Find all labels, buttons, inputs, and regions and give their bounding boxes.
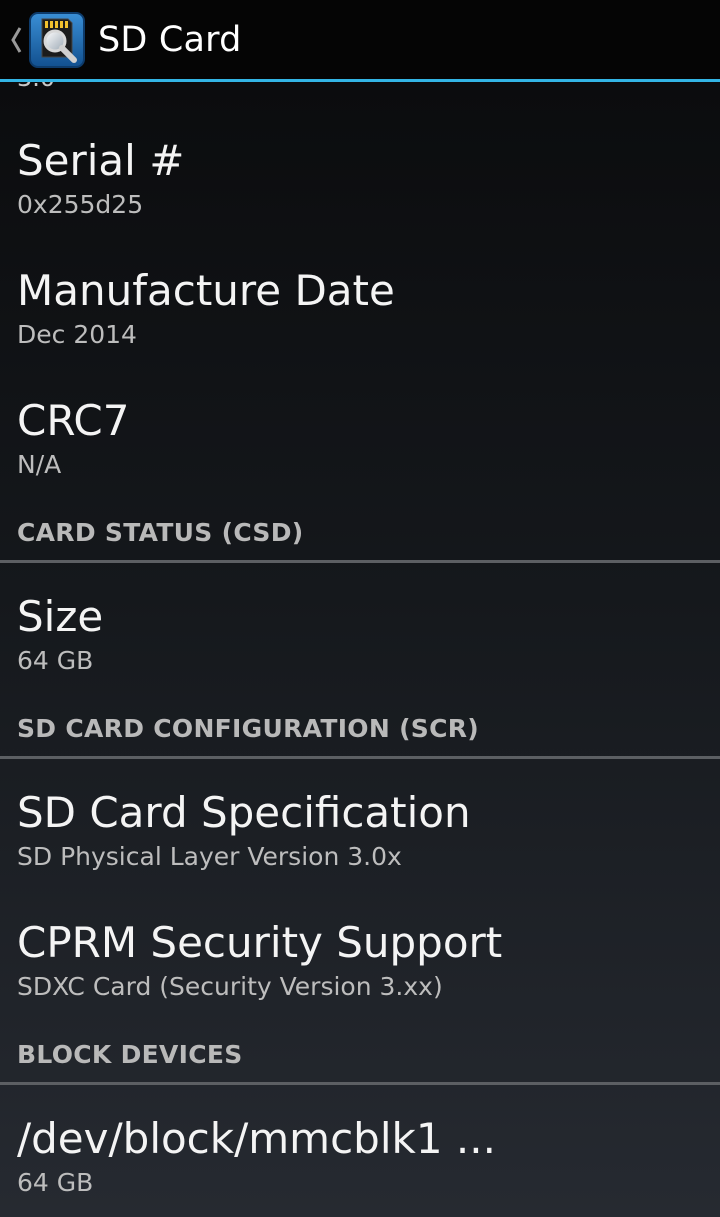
pref-title: CRC7 [17, 396, 130, 445]
pref-title: Serial # [17, 136, 185, 185]
category-label: CARD STATUS (CSD) [17, 518, 304, 547]
pref-summary: 64 GB [17, 1168, 94, 1197]
pref-title: Manufacture Date [17, 266, 395, 315]
pref-title: SD Card Specification [17, 788, 471, 837]
pref-item-crc7[interactable]: CRC7 N/A [0, 372, 720, 502]
app-title: SD Card [98, 20, 242, 60]
pref-item-serial[interactable]: Serial # 0x255d25 [0, 112, 720, 242]
pref-summary: Dec 2014 [17, 320, 137, 349]
pref-summary: 64 GB [17, 646, 94, 675]
category-divider [0, 560, 720, 563]
pref-title: /dev/block/mmcblk1 ... [17, 1114, 496, 1163]
pref-title: CPRM Security Support [17, 918, 503, 967]
pref-summary: SDXC Card (Security Version 3.xx) [17, 972, 443, 1001]
pref-item-manufacture-date[interactable]: Manufacture Date Dec 2014 [0, 242, 720, 372]
pref-item-size[interactable]: Size 64 GB [0, 568, 720, 698]
action-bar: SD Card [0, 0, 720, 80]
category-label: SD CARD CONFIGURATION (SCR) [17, 714, 480, 743]
pref-summary: N/A [17, 450, 62, 479]
pref-title: Size [17, 592, 104, 641]
up-navigation-button[interactable] [0, 0, 86, 80]
category-card-status: CARD STATUS (CSD) [0, 508, 720, 566]
chevron-left-icon [6, 20, 26, 60]
preference-list[interactable]: 3.0 Serial # 0x255d25 Manufacture Date D… [0, 82, 720, 1217]
category-block-devices: BLOCK DEVICES [0, 1030, 720, 1088]
pref-item-cprm-security-support[interactable]: CPRM Security Support SDXC Card (Securit… [0, 894, 720, 1024]
pref-summary: SD Physical Layer Version 3.0x [17, 842, 402, 871]
pref-item-block-device[interactable]: /dev/block/mmcblk1 ... 64 GB [0, 1090, 720, 1217]
category-divider [0, 1082, 720, 1085]
pref-item-sd-card-specification[interactable]: SD Card Specification SD Physical Layer … [0, 764, 720, 894]
pref-summary: 0x255d25 [17, 190, 144, 219]
category-label: BLOCK DEVICES [17, 1040, 243, 1069]
category-divider [0, 756, 720, 759]
category-sd-card-configuration: SD CARD CONFIGURATION (SCR) [0, 704, 720, 762]
sd-card-magnifier-icon [28, 11, 86, 69]
clipped-previous-summary: 3.0 [17, 82, 55, 92]
